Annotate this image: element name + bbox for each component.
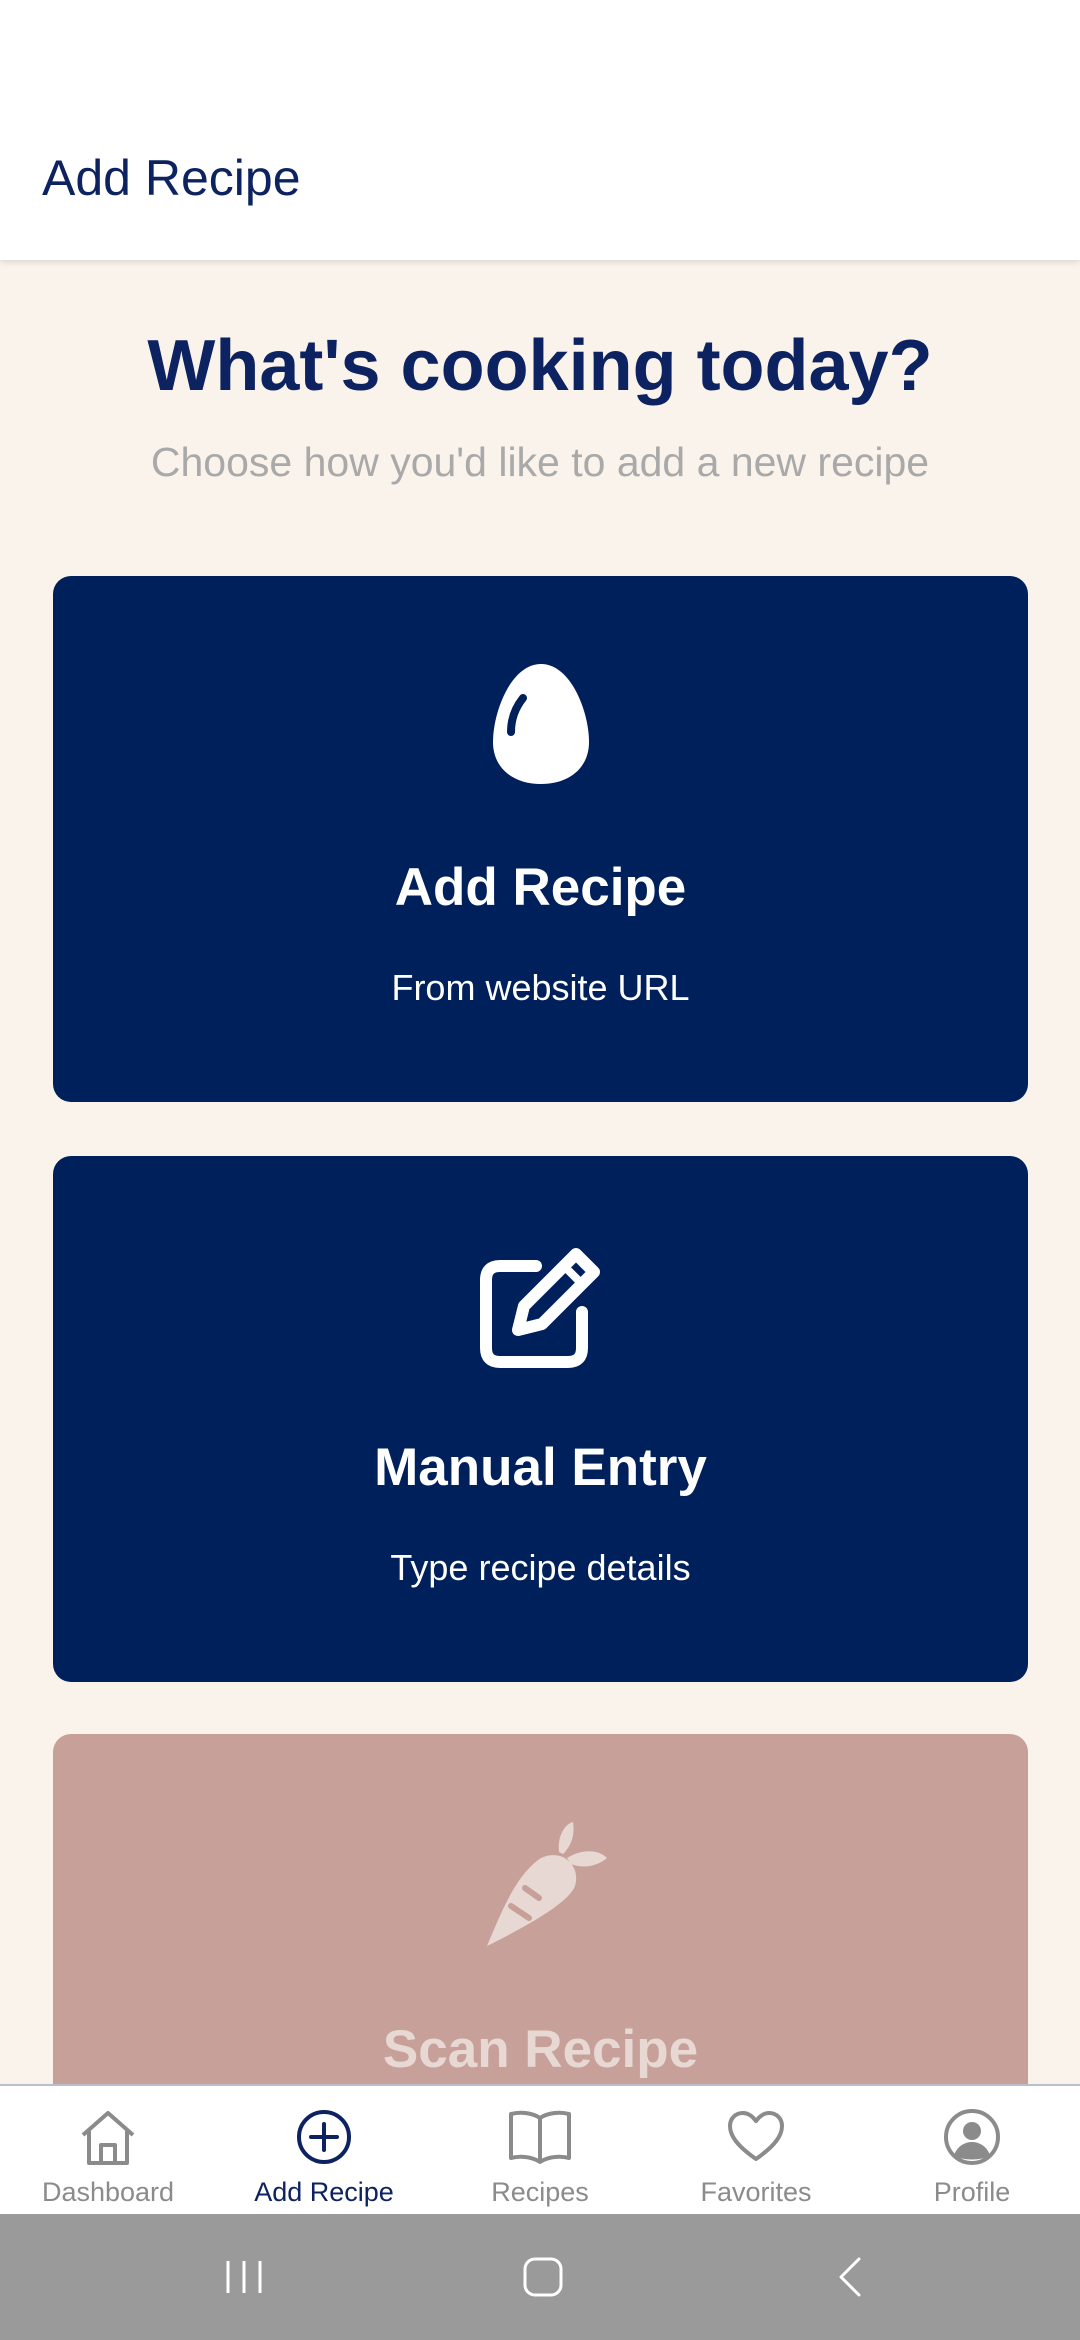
home-icon (77, 2106, 139, 2168)
add-from-url-card[interactable]: Add Recipe From website URL (53, 576, 1028, 1102)
carrot-icon (53, 1818, 1028, 1948)
add-recipe-card-desc: From website URL (391, 967, 690, 1008)
app-bar: Add Recipe (0, 0, 1080, 260)
manual-entry-card[interactable]: Manual Entry Type recipe details (53, 1156, 1028, 1682)
nav-item-dashboard[interactable]: Dashboard (0, 2086, 216, 2216)
user-circle-icon (942, 2106, 1002, 2168)
back-icon[interactable] (826, 2252, 872, 2302)
manual-entry-card-desc: Type recipe details (390, 1547, 691, 1588)
recent-apps-icon[interactable] (216, 2252, 272, 2302)
add-recipe-card-title: Add Recipe (394, 858, 687, 917)
egg-icon (53, 662, 1028, 786)
book-icon (507, 2106, 573, 2168)
nav-item-add-recipe[interactable]: Add Recipe (216, 2086, 432, 2216)
scan-recipe-card-title: Scan Recipe (382, 2020, 699, 2079)
nav-item-profile[interactable]: Profile (864, 2086, 1080, 2216)
plus-circle-icon (294, 2106, 354, 2168)
hero-subheading: Choose how you'd like to add a new recip… (150, 439, 930, 485)
nav-item-favorites[interactable]: Favorites (648, 2086, 864, 2216)
hero-heading: What's cooking today? (147, 326, 933, 406)
page-title: Add Recipe (42, 150, 301, 206)
manual-entry-card-title: Manual Entry (374, 1438, 707, 1497)
scan-recipe-card[interactable]: Scan Recipe (53, 1734, 1028, 2084)
nav-label-recipes: Recipes (491, 2177, 589, 2207)
nav-label-add-recipe: Add Recipe (254, 2177, 394, 2207)
nav-label-dashboard: Dashboard (41, 2177, 175, 2207)
heart-icon (726, 2106, 786, 2168)
edit-icon (53, 1242, 1028, 1368)
nav-label-profile: Profile (933, 2177, 1011, 2207)
bottom-nav: Dashboard Add Recipe Recipes Favorites P… (0, 2084, 1080, 2216)
home-button-icon[interactable] (518, 2252, 568, 2302)
nav-item-recipes[interactable]: Recipes (432, 2086, 648, 2216)
nav-label-favorites: Favorites (700, 2177, 812, 2207)
system-nav-bar (0, 2214, 1080, 2340)
